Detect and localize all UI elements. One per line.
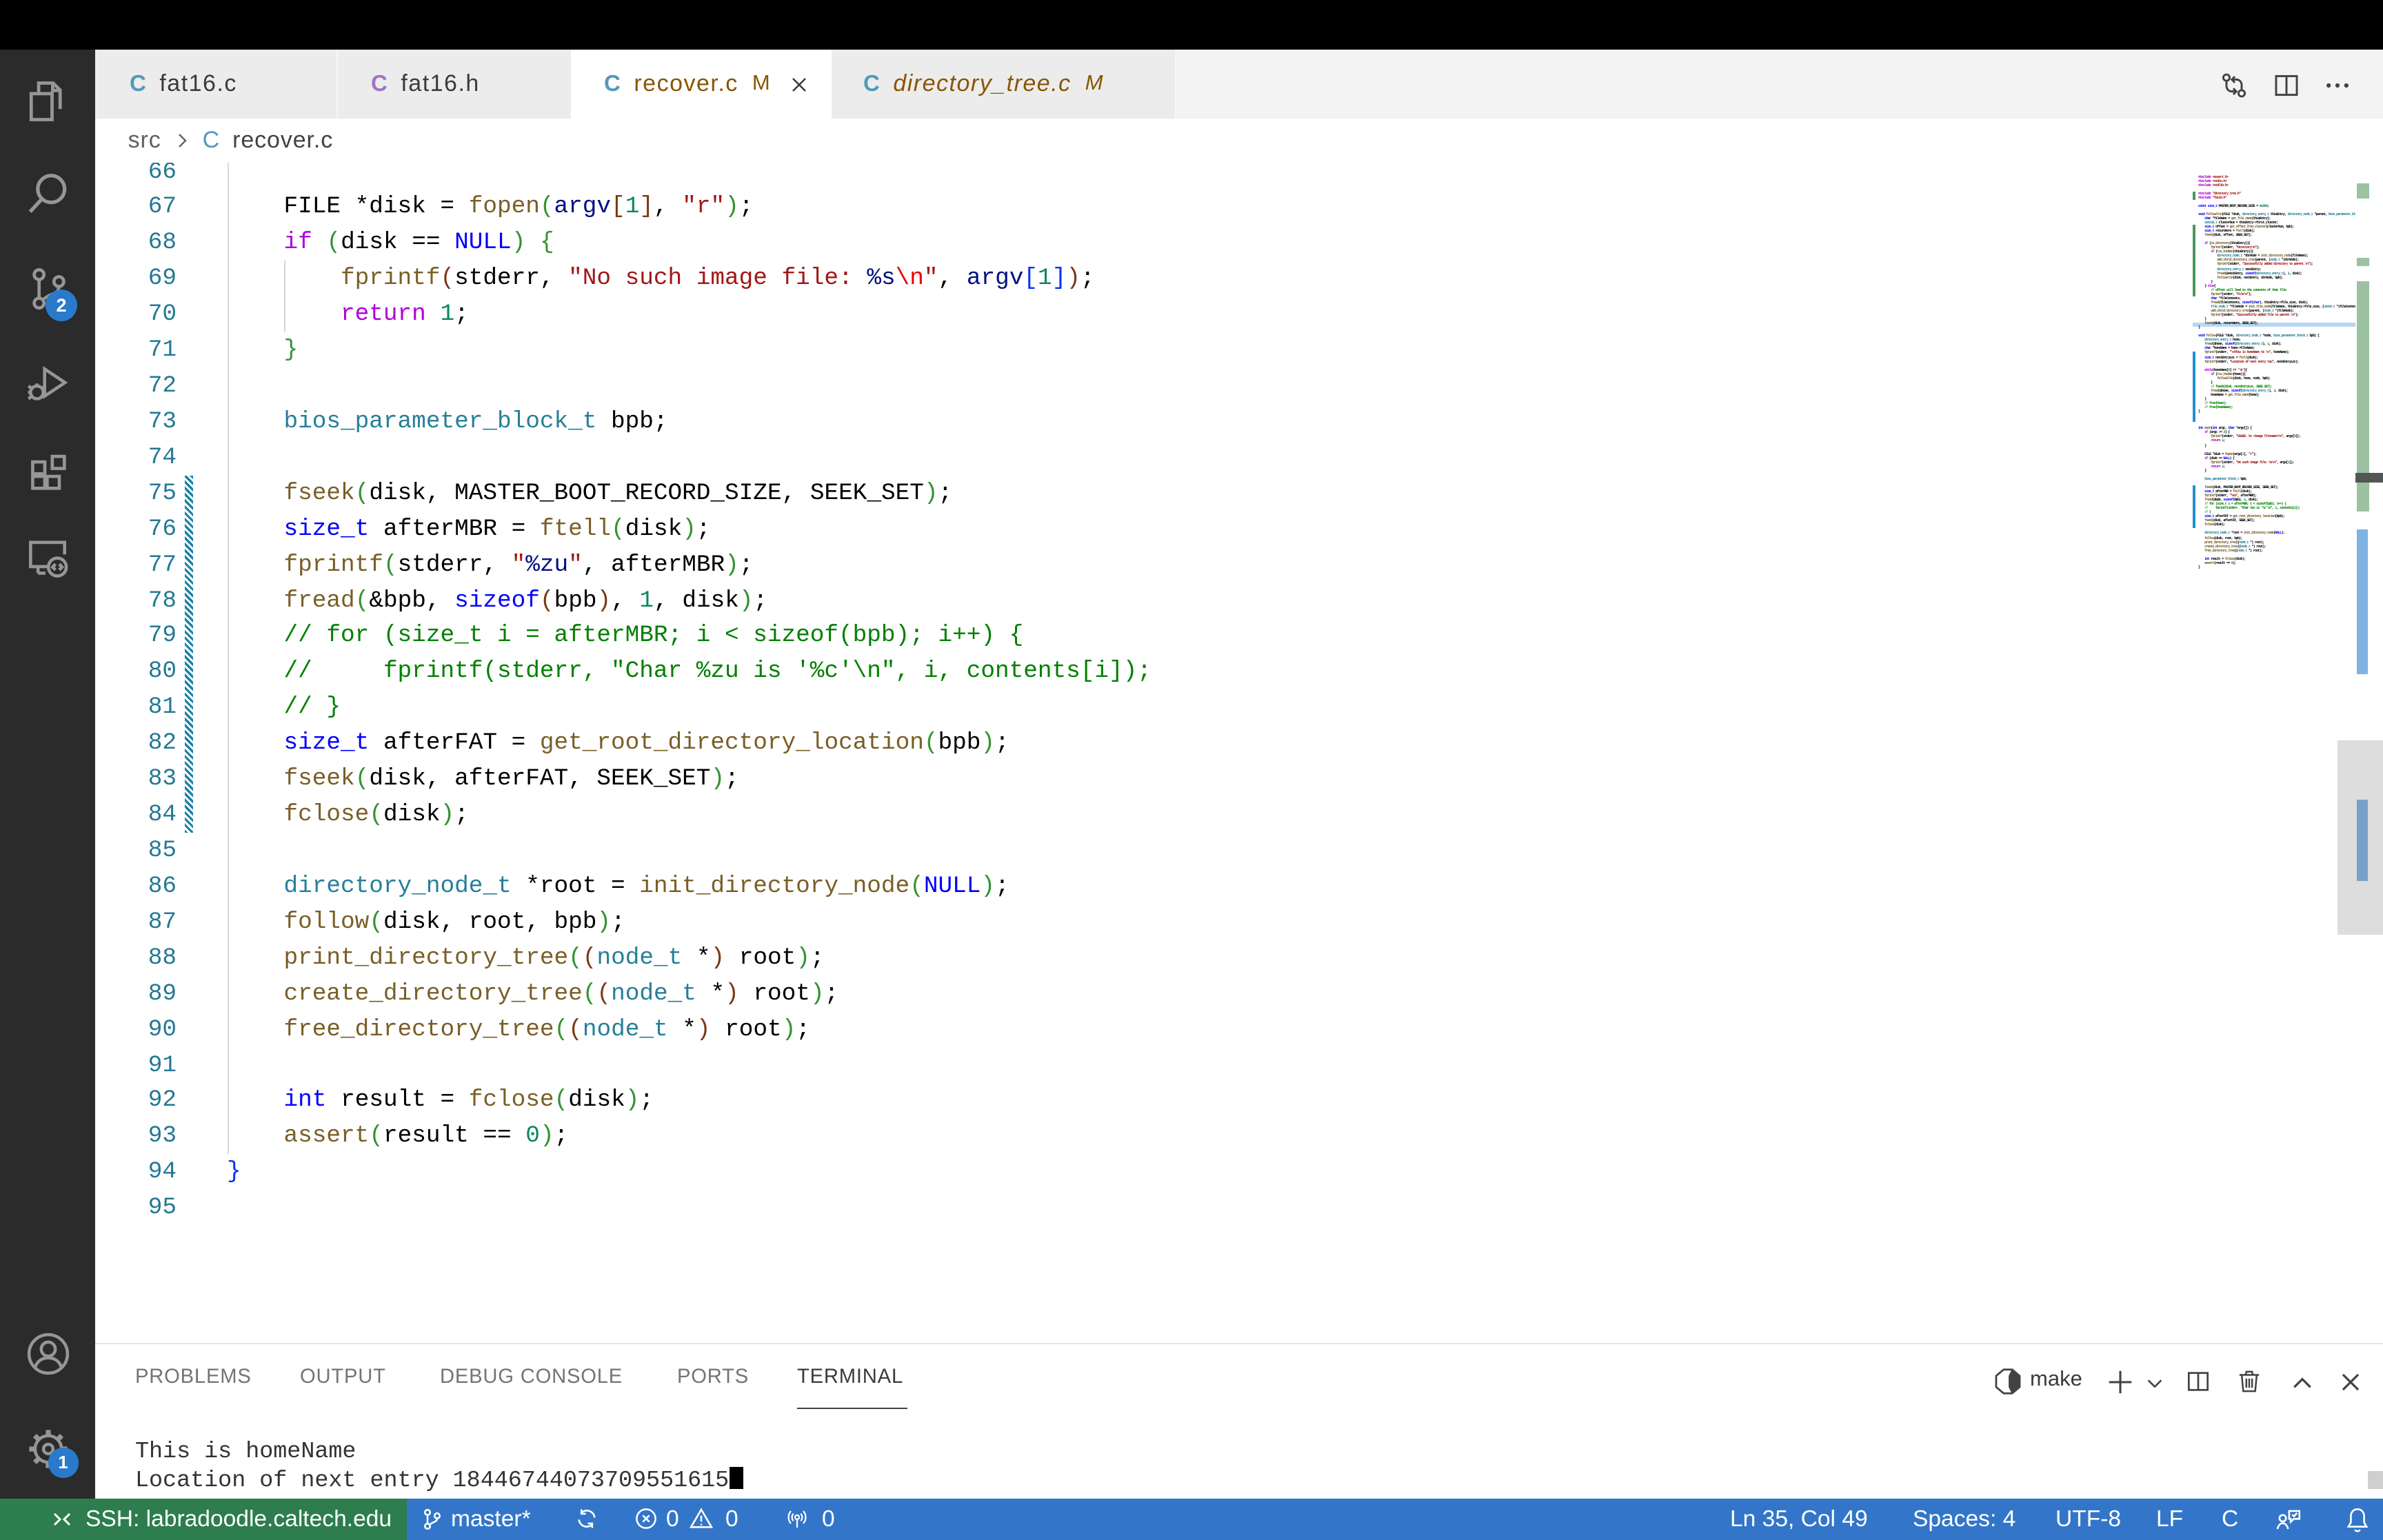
svg-text:$: $ <box>2009 1378 2014 1388</box>
